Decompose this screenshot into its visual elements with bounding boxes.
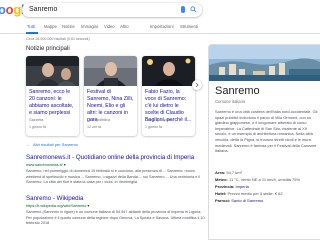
fact-row: Parroci: Santo di Sanremo [215, 197, 319, 204]
news-card-time: 1 giorno fa [145, 125, 162, 129]
search-input[interactable]: Sanremo [22, 3, 202, 17]
city-photo[interactable] [209, 45, 320, 81]
fact-row: Provincia: Imperia [215, 183, 319, 190]
news-thumbnail [84, 56, 137, 86]
news-card-source: Libero Quotidiano [145, 118, 174, 122]
active-tab-indicator [26, 32, 38, 34]
tab-video[interactable]: Video [104, 24, 115, 30]
news-card[interactable]: Festival di Sanremo, Nina Zilli, Noemi, … [84, 56, 137, 136]
search-icon[interactable] [190, 6, 197, 13]
result-snippet: Sanremo (Sanremu in ligure) è un comune … [26, 210, 205, 225]
fact-row: Hotel: Prezzo medio per 3 stelle: € 62 [215, 190, 319, 197]
knowledge-panel: Sanremo Comune italiano Sanremo è una ci… [208, 44, 320, 240]
google-search-page: oogle Sanremo Tutti Mappe Notizie Immagi… [0, 0, 320, 240]
fact-row: Area: 54,7 km² [215, 169, 319, 176]
result-title[interactable]: Sanremonews.it - Quotidiano online della… [26, 154, 194, 162]
tab-all[interactable]: Tutti [27, 24, 35, 30]
search-tabs: Tutti Mappe Notizie Immagini Video Altro… [0, 22, 320, 34]
arrow-right-icon: → [26, 142, 30, 147]
news-card-source: Gazzetta [29, 118, 44, 122]
news-thumbnail [142, 56, 195, 86]
news-thumbnail [26, 56, 79, 86]
tab-settings[interactable]: Impostazioni [150, 24, 174, 30]
news-card-title[interactable]: Sanremo, ecco le 20 canzoni: le abbiamo … [29, 89, 76, 117]
tab-news[interactable]: Notizie [62, 24, 75, 30]
top-stories-heading: Notizie principali [26, 46, 70, 52]
more-news-link[interactable]: → Altri risultati per Sanremo [26, 140, 204, 149]
news-card-source: La Repubblica [87, 118, 110, 122]
chevron-right-icon[interactable] [192, 80, 202, 90]
result-url[interactable]: www.sanremonews.it/ ▾ [26, 163, 66, 168]
result-snippet: Sanremo: nel pomeriggio di domenica 19 f… [26, 169, 201, 184]
result-url[interactable]: https://it.wikipedia.org/wiki/Sanremo ▾ [26, 204, 89, 209]
tab-images[interactable]: Immagini [81, 24, 98, 30]
news-card-time: 1 giorno fa [29, 125, 46, 129]
knowledge-panel-subtitle: Comune italiano [215, 99, 246, 104]
fact-label: Provincia: [215, 184, 235, 189]
more-news-label[interactable]: Altri risultati per Sanremo [33, 142, 78, 147]
fact-value: Prezzo medio per 3 stelle: € 62 [227, 191, 283, 196]
news-card-time: 12 ore fa [87, 125, 102, 129]
knowledge-panel-description: Sanremo è una città costiera dell'Italia… [215, 109, 318, 154]
fact-label: Area: [215, 170, 226, 175]
result-stats: Circa 26.000.000 risultati (0,61 secondi… [26, 37, 90, 41]
microphone-icon[interactable] [181, 6, 185, 13]
tab-tools[interactable]: Strumenti [180, 24, 198, 30]
result-title[interactable]: Sanremo - Wikipedia [26, 195, 83, 203]
search-query-text[interactable]: Sanremo [29, 5, 57, 15]
fact-value: 11 °C, vento NE a 11 km/h, umidità 75% [229, 177, 301, 182]
fact-row: Meteo: 11 °C, vento NE a 11 km/h, umidit… [215, 176, 319, 183]
knowledge-panel-title: Sanremo [215, 85, 260, 97]
fact-value-link[interactable]: Santo di Sanremo [231, 198, 263, 203]
tab-maps[interactable]: Mappe [44, 24, 57, 30]
knowledge-panel-facts: Area: 54,7 km² Meteo: 11 °C, vento NE a … [215, 169, 319, 204]
tab-more[interactable]: Altro [120, 24, 129, 30]
fact-value-link[interactable]: Imperia [235, 184, 248, 189]
fact-label: Hotel: [215, 191, 227, 196]
news-card[interactable]: Fabio Fazio, la voce di Sanremo: c'è lui… [142, 56, 195, 136]
news-card[interactable]: Sanremo, ecco le 20 canzoni: le abbiamo … [26, 56, 79, 136]
fact-label: Parroci: [215, 198, 231, 203]
fact-label: Meteo: [215, 177, 228, 182]
fact-value: 54,7 km² [226, 170, 242, 175]
